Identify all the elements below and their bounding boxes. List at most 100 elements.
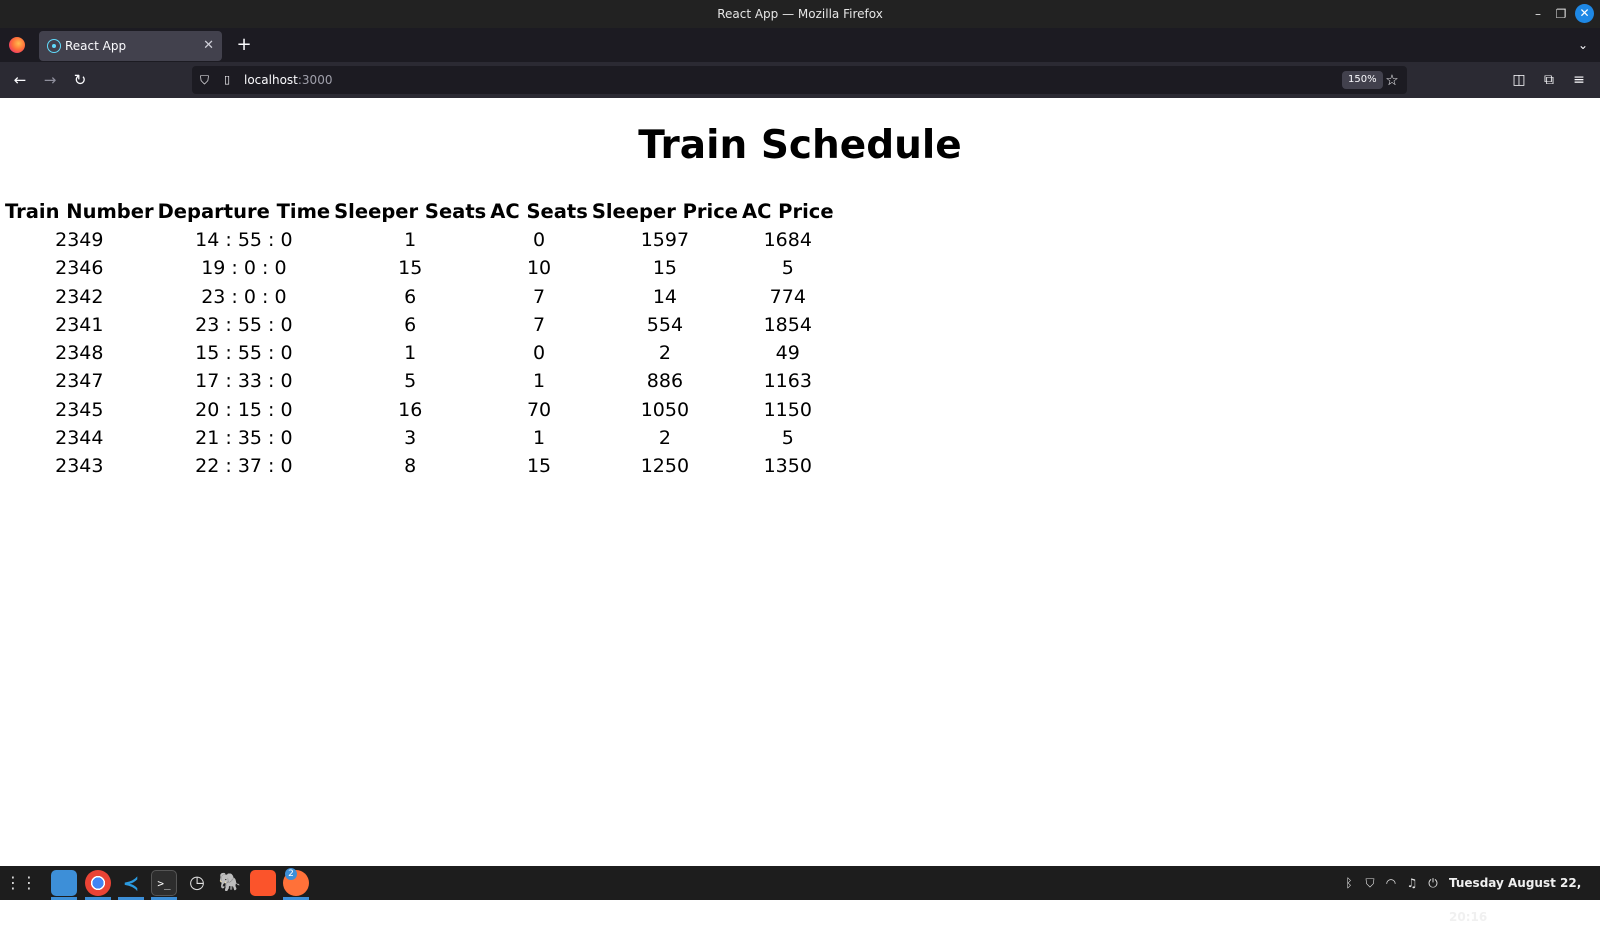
column-header-ac-price: AC Price: [741, 200, 834, 223]
extensions-icon[interactable]: ⧉: [1538, 69, 1560, 91]
pocket-icon[interactable]: ◫: [1508, 69, 1530, 91]
tab-label: React App: [65, 39, 127, 53]
table-header-row: Train Number Departure Time Sleeper Seat…: [4, 198, 835, 226]
cell-ac-seats: 1: [533, 370, 546, 393]
cell-train-number: 2343: [55, 455, 104, 478]
files-icon[interactable]: [51, 870, 77, 896]
table-row: 2343 22 : 37 : 0 8 15 1250 1350: [4, 452, 835, 480]
cell-ac-price: 1150: [763, 398, 812, 421]
table-row: 2341 23 : 55 : 0 6 7 554 1854: [4, 311, 835, 339]
wifi-icon[interactable]: ◠: [1383, 875, 1399, 891]
cell-train-number: 2349: [55, 229, 104, 251]
navigation-toolbar: ← → ↻ ⛉ ▯ localhost:3000 150% ☆ ◫ ⧉ ≡: [0, 62, 1600, 98]
pgadmin-icon[interactable]: 🐘: [217, 870, 243, 896]
back-button[interactable]: ←: [9, 69, 31, 91]
column-header-sleeper-seats: Sleeper Seats: [334, 200, 487, 223]
tab-strip: React App ✕ + ⌄: [0, 28, 1600, 62]
cell-departure-time: 19 : 0 : 0: [201, 257, 287, 280]
cell-ac-price: 1854: [763, 313, 812, 336]
timeshift-icon[interactable]: ◷: [184, 870, 210, 896]
cell-sleeper-price: 2: [658, 342, 671, 365]
desktop-taskbar: ⋮⋮ ≺ >_ ◷ 🐘 2 ᛒ ⛉ ◠ ♫ ⏻ Tuesday August 2…: [0, 866, 1600, 924]
window-titlebar: React App — Mozilla Firefox – ❐ ✕: [0, 0, 1600, 28]
cell-sleeper-seats: 16: [398, 398, 423, 421]
cell-train-number: 2346: [55, 257, 104, 280]
url-bar[interactable]: ⛉ ▯ localhost:3000 150% ☆: [192, 66, 1407, 94]
cell-ac-price: 774: [769, 285, 806, 308]
cell-sleeper-price: 2: [658, 427, 671, 450]
cell-train-number: 2342: [55, 285, 104, 308]
cell-sleeper-seats: 6: [404, 285, 417, 308]
page-content: Train Schedule Train Number Departure Ti…: [0, 98, 1600, 866]
table-row: 2347 17 : 33 : 0 5 1 886 1163: [4, 367, 835, 395]
table-row: 2344 21 : 35 : 0 3 1 2 5: [4, 424, 835, 452]
cell-sleeper-price: 886: [646, 370, 684, 393]
cell-ac-seats: 7: [533, 313, 546, 336]
bluetooth-icon[interactable]: ᛒ: [1341, 875, 1357, 891]
terminal-icon[interactable]: >_: [151, 870, 177, 896]
cell-departure-time: 22 : 37 : 0: [195, 455, 293, 478]
cell-ac-seats: 10: [526, 257, 552, 280]
page-info-icon[interactable]: ▯: [224, 72, 238, 88]
cell-train-number: 2341: [55, 313, 104, 336]
new-tab-button[interactable]: +: [233, 34, 255, 56]
chrome-icon[interactable]: [85, 870, 111, 896]
bookmark-star-icon[interactable]: ☆: [1382, 70, 1402, 90]
cell-ac-seats: 7: [533, 285, 546, 308]
tab-react-app[interactable]: React App ✕: [39, 31, 222, 61]
apps-grid-icon[interactable]: ⋮⋮: [5, 870, 37, 896]
column-header-sleeper-price: Sleeper Price: [591, 200, 738, 223]
app-menu-icon[interactable]: ≡: [1568, 69, 1590, 91]
url-host: localhost: [244, 73, 298, 87]
vscode-icon[interactable]: ≺: [118, 870, 144, 896]
cell-ac-price: 1350: [763, 455, 812, 478]
cell-departure-time: 20 : 15 : 0: [195, 398, 293, 421]
brave-icon[interactable]: [250, 870, 276, 896]
page-title: Train Schedule: [638, 123, 962, 168]
close-window-button[interactable]: ✕: [1575, 4, 1594, 23]
train-schedule-table: Train Number Departure Time Sleeper Seat…: [2, 198, 837, 481]
cell-departure-time: 17 : 33 : 0: [195, 370, 293, 393]
cell-sleeper-seats: 8: [404, 455, 417, 478]
column-header-ac-seats: AC Seats: [490, 200, 588, 223]
table-row: 2346 19 : 0 : 0 15 10 15 5: [4, 254, 835, 282]
cell-train-number: 2345: [55, 398, 104, 421]
list-all-tabs-button[interactable]: ⌄: [1572, 34, 1594, 56]
audio-icon[interactable]: ♫: [1404, 875, 1420, 891]
cell-ac-price: 49: [775, 342, 800, 365]
url-port: :3000: [297, 73, 333, 87]
table-row: 2345 20 : 15 : 0 16 70 1050 1150: [4, 396, 835, 424]
cell-departure-time: 23 : 0 : 0: [201, 285, 287, 308]
firefox-view-icon[interactable]: [9, 37, 25, 53]
tracking-protection-shield-icon[interactable]: ⛉: [200, 72, 214, 88]
cell-departure-time: 15 : 55 : 0: [195, 342, 293, 365]
cell-ac-seats: 1: [533, 427, 546, 450]
window-title: React App — Mozilla Firefox: [717, 7, 883, 21]
cell-ac-seats: 70: [526, 398, 552, 421]
table-row: 2342 23 : 0 : 0 6 7 14 774: [4, 283, 835, 311]
column-header-departure-time: Departure Time: [157, 200, 331, 223]
tab-close-icon[interactable]: ✕: [203, 31, 214, 61]
zoom-level-button[interactable]: 150%: [1342, 71, 1383, 89]
table-row: 2348 15 : 55 : 0 1 0 2 49: [4, 339, 835, 367]
cell-sleeper-price: 1597: [640, 229, 690, 251]
cell-departure-time: 14 : 55 : 0: [195, 229, 293, 251]
cell-sleeper-price: 14: [652, 285, 677, 308]
react-favicon-icon: [47, 39, 61, 53]
vpn-shield-icon[interactable]: ⛉: [1362, 875, 1378, 891]
cell-train-number: 2348: [55, 342, 104, 365]
cell-sleeper-seats: 1: [404, 342, 417, 365]
minimize-button[interactable]: –: [1528, 4, 1548, 24]
tray-clock[interactable]: Tuesday August 22, 20:16: [1449, 866, 1600, 934]
cell-sleeper-seats: 3: [404, 427, 417, 450]
power-icon[interactable]: ⏻: [1425, 875, 1441, 891]
cell-ac-price: 5: [781, 257, 794, 280]
url-text[interactable]: localhost:3000: [244, 66, 332, 94]
cell-sleeper-price: 1050: [640, 398, 690, 421]
cell-ac-seats: 0: [533, 229, 546, 251]
forward-button[interactable]: →: [39, 69, 61, 91]
reload-button[interactable]: ↻: [69, 69, 91, 91]
maximize-button[interactable]: ❐: [1551, 4, 1571, 24]
cell-sleeper-seats: 5: [404, 370, 417, 393]
cell-sleeper-seats: 6: [404, 313, 417, 336]
